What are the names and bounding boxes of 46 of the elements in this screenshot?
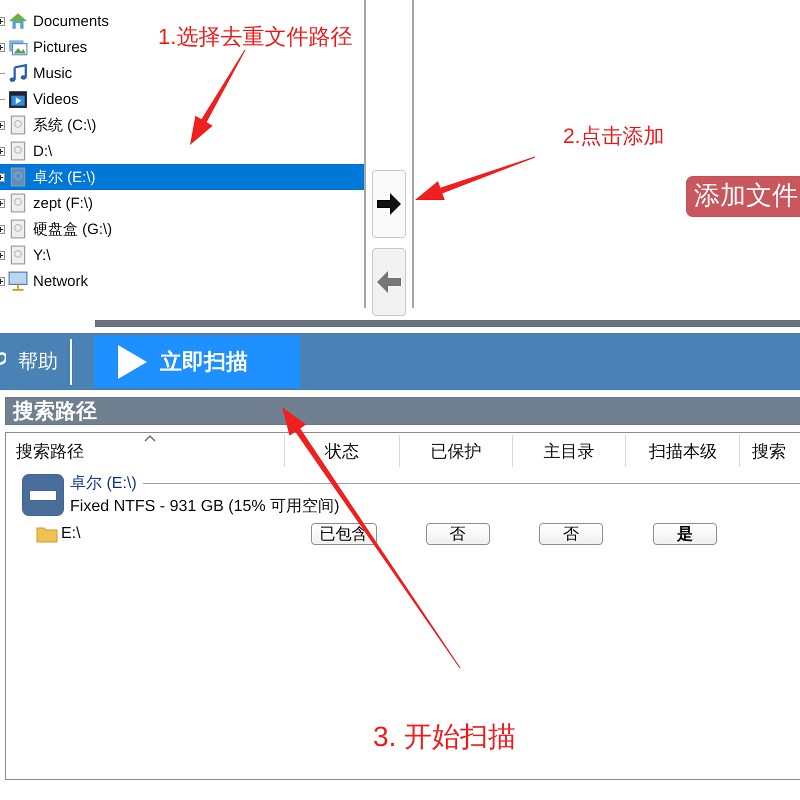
move-button[interactable] bbox=[372, 170, 406, 238]
toggle-button[interactable]: 否 bbox=[539, 523, 603, 545]
tree-item[interactable]: 系统 (C:\) bbox=[0, 112, 100, 138]
toggle-button[interactable]: 已包含 bbox=[310, 523, 376, 545]
tree-item[interactable]: D:\ bbox=[0, 138, 56, 164]
folder-icon bbox=[36, 525, 58, 543]
section-title: 搜索路径 bbox=[13, 399, 97, 425]
column-header[interactable]: 扫描本级 bbox=[626, 435, 740, 467]
drive-icon bbox=[8, 167, 28, 187]
drive-icon bbox=[22, 474, 64, 516]
drive-name: 卓尔 (E:\) bbox=[70, 474, 137, 494]
tree-item[interactable]: 卓尔 (E:\) bbox=[0, 164, 364, 190]
tree-item[interactable]: zept (F:\) bbox=[0, 190, 98, 216]
arrow-right-icon bbox=[375, 191, 403, 217]
tree-item[interactable]: 硬盘盒 (G:\) bbox=[0, 216, 116, 242]
column-header[interactable]: 已保护 bbox=[400, 435, 513, 467]
toggle-button[interactable]: 是 bbox=[653, 523, 717, 545]
annotation-text: 3. 开始扫描 bbox=[373, 720, 516, 754]
drive-icon bbox=[8, 115, 28, 135]
drive-icon bbox=[8, 219, 28, 239]
video-icon bbox=[8, 89, 28, 109]
arrow-left-icon bbox=[375, 269, 403, 295]
drive-icon bbox=[8, 141, 28, 161]
toggle-button[interactable]: 否 bbox=[426, 523, 490, 545]
drive-info: Fixed NTFS - 931 GB (15% 可用空间) bbox=[70, 496, 340, 517]
network-icon bbox=[8, 271, 28, 291]
house-icon bbox=[8, 11, 28, 31]
drive-icon bbox=[8, 193, 28, 213]
add-files-badge: 添加文件 bbox=[686, 176, 800, 217]
path-text: E:\ bbox=[61, 525, 81, 543]
tree-item[interactable]: Y:\ bbox=[0, 242, 55, 268]
annotation-text: 2.点击添加 bbox=[563, 124, 665, 150]
tree-item[interactable]: Pictures bbox=[0, 34, 92, 60]
drive-icon bbox=[8, 245, 28, 265]
tree-item[interactable]: Documents bbox=[0, 8, 113, 34]
tree-item[interactable]: Music bbox=[0, 60, 76, 86]
tree-item[interactable]: Videos bbox=[0, 86, 83, 112]
tree-item[interactable]: Network bbox=[0, 268, 92, 294]
column-header[interactable]: 搜索路径 bbox=[6, 435, 286, 467]
music-note-icon bbox=[8, 63, 28, 83]
column-header[interactable]: 搜索 bbox=[740, 435, 800, 467]
help-button[interactable]: 帮助 bbox=[6, 342, 70, 382]
play-icon bbox=[116, 344, 148, 380]
annotation-text: 1.选择去重文件路径 bbox=[158, 23, 352, 51]
sort-caret-icon bbox=[144, 435, 156, 442]
column-header[interactable]: 主目录 bbox=[512, 435, 626, 467]
